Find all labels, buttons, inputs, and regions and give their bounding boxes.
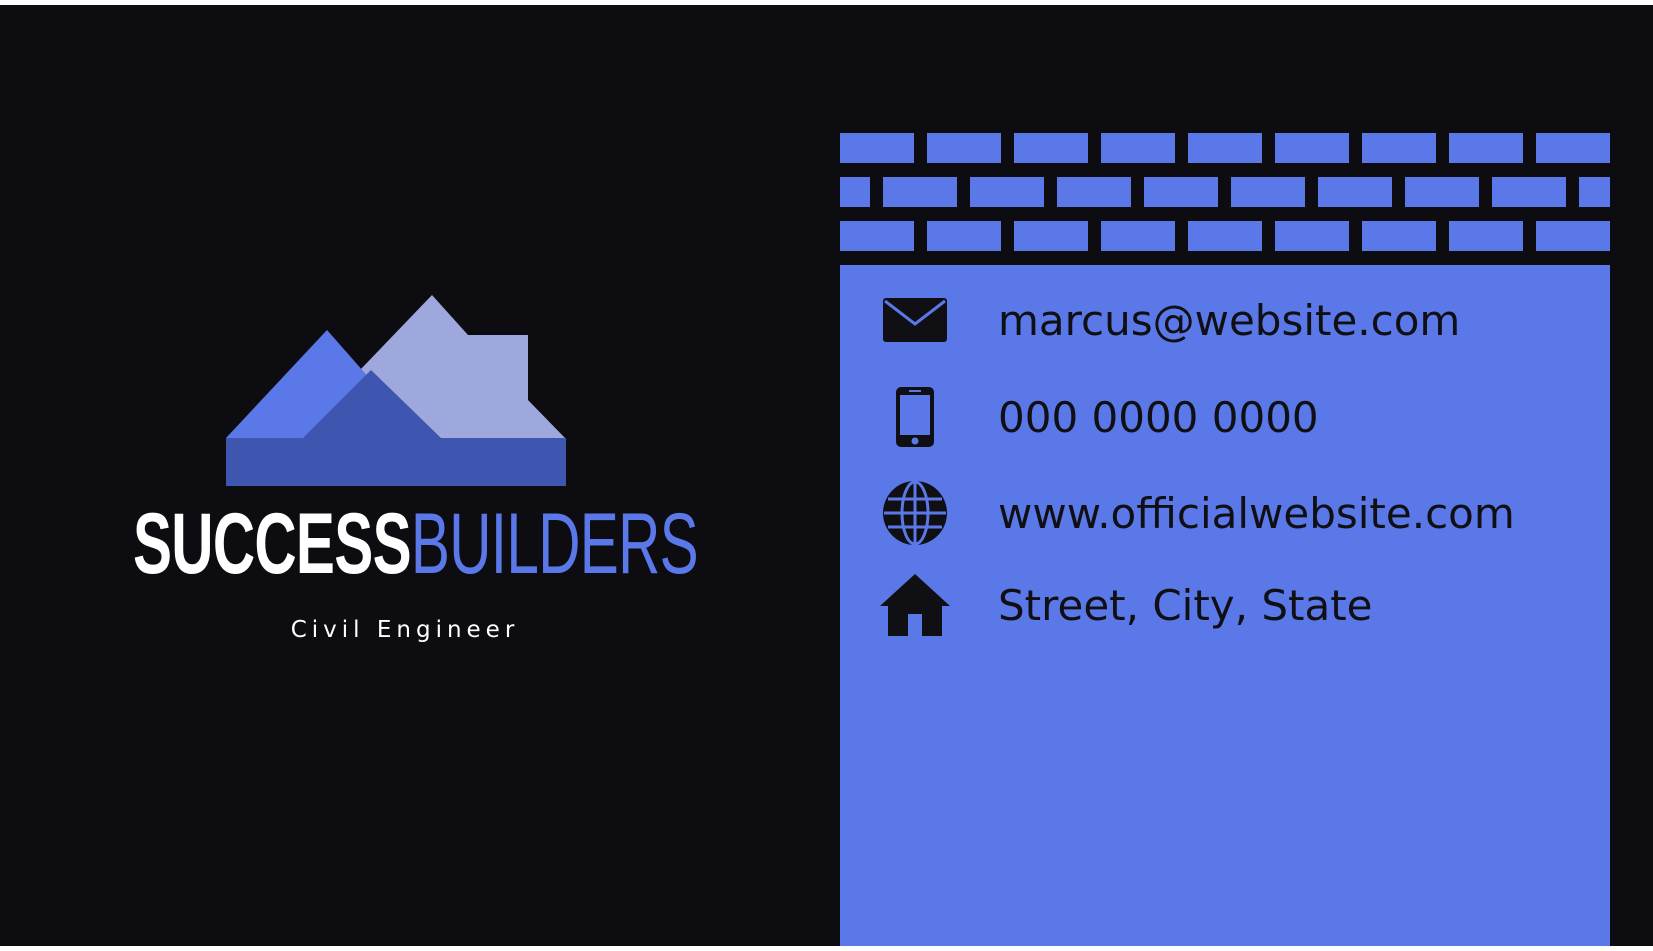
mobile-phone-icon: [880, 382, 950, 452]
address-text: Street, City, State: [998, 580, 1373, 630]
contact-email-row: marcus@website.com: [880, 285, 1460, 355]
company-name-part1: SUCCESS: [132, 496, 412, 592]
email-text: marcus@website.com: [998, 295, 1461, 345]
website-text: www.officialwebsite.com: [998, 488, 1515, 538]
contact-address-row: Street, City, State: [880, 570, 1373, 640]
company-name-part2: BUILDERS: [410, 496, 699, 592]
house-icon: [880, 570, 950, 640]
mountain-house-logo: [226, 295, 566, 486]
company-name: SUCCESSBUILDERS: [0, 499, 810, 589]
job-title: Civil Engineer: [290, 617, 520, 643]
business-card: SUCCESSBUILDERS Civil Engineer marcus@we…: [0, 5, 1653, 946]
envelope-icon: [880, 285, 950, 355]
contact-phone-row: 000 0000 0000: [880, 382, 1319, 452]
globe-icon: [880, 478, 950, 548]
contact-website-row: www.officialwebsite.com: [880, 478, 1515, 548]
contact-panel: marcus@website.com 000 0000 0000 www.off…: [840, 265, 1610, 946]
phone-text: 000 0000 0000: [998, 392, 1319, 442]
brick-wall-decoration: [840, 133, 1610, 251]
